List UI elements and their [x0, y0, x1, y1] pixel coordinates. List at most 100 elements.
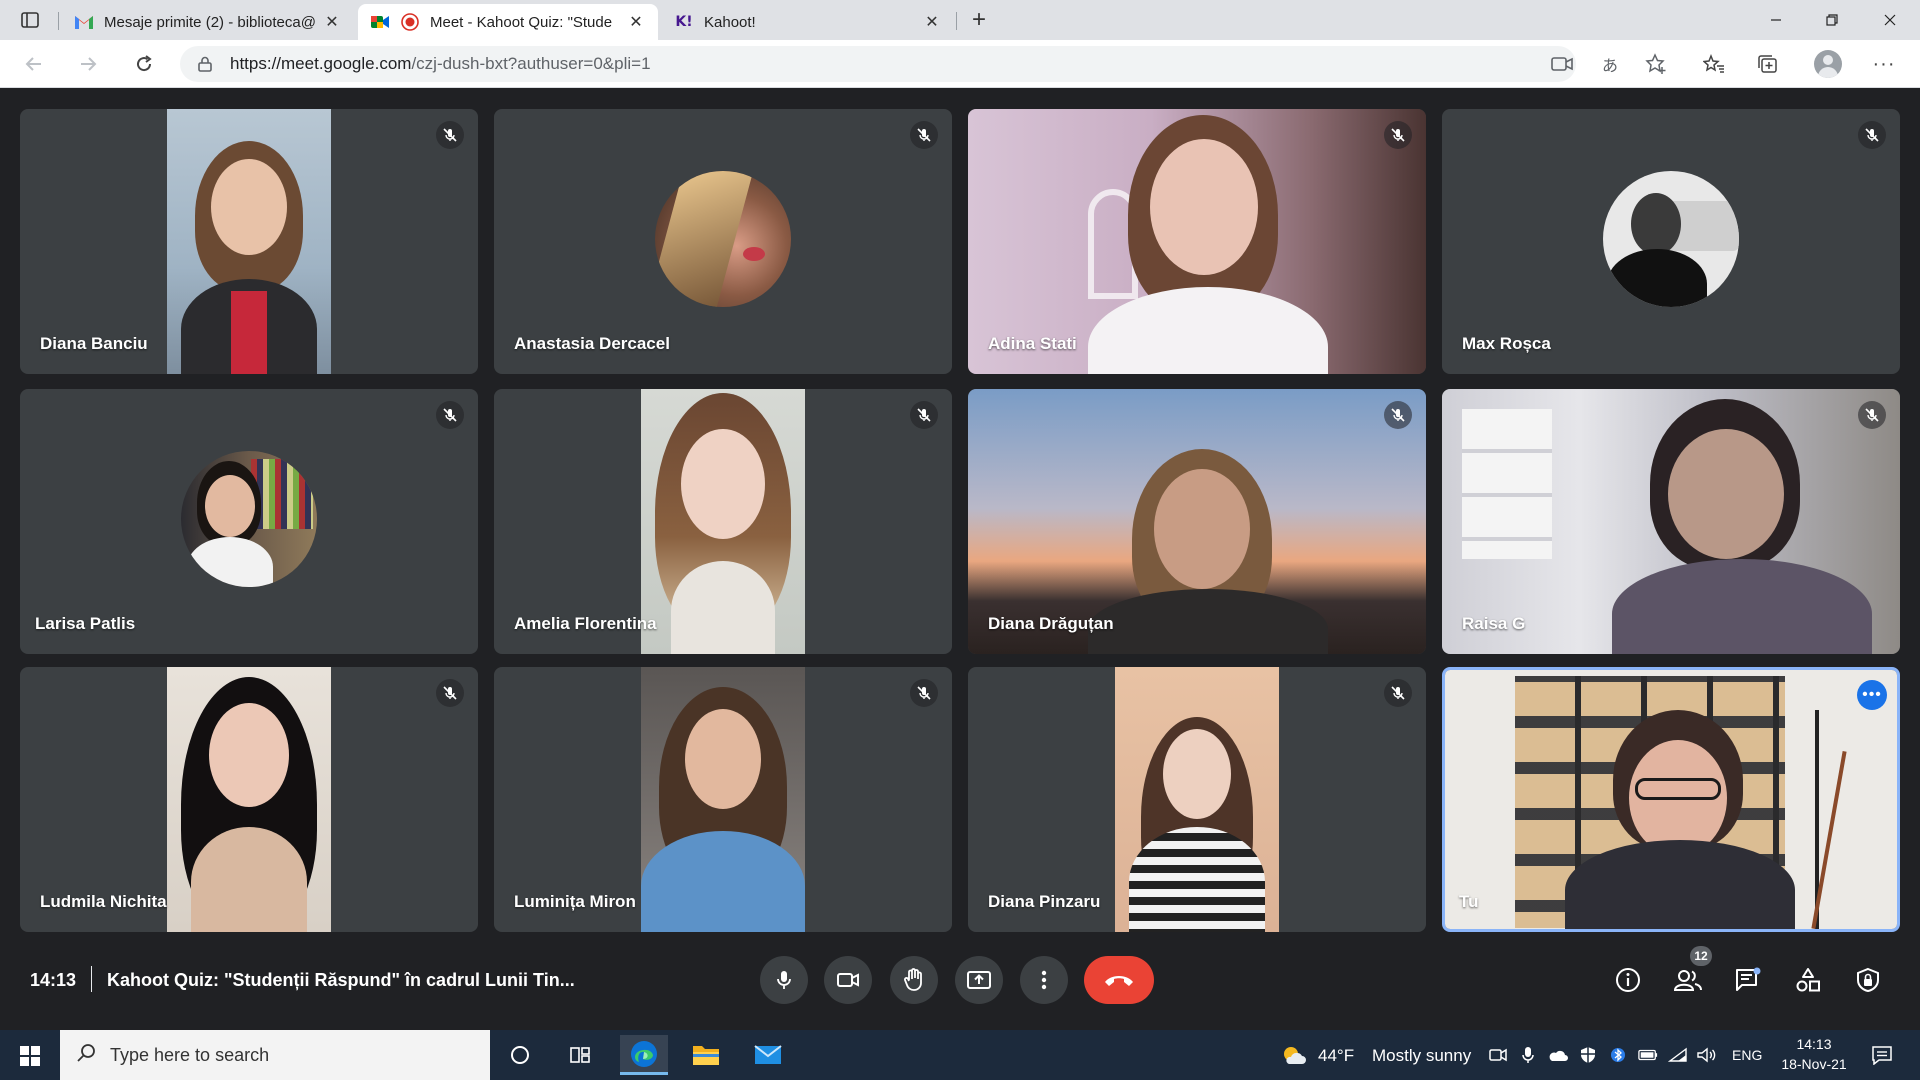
- mail-icon[interactable]: [744, 1035, 792, 1075]
- participant-tile[interactable]: Anastasia Dercacel: [494, 109, 952, 374]
- participant-name: Diana Pinzaru: [988, 892, 1101, 911]
- self-video: [1445, 670, 1897, 929]
- clock-time: 14:13: [1796, 1036, 1832, 1052]
- participant-tile[interactable]: Raisa G: [1442, 389, 1900, 654]
- participant-name: Amelia Florentina: [514, 614, 657, 633]
- participant-count-badge: 12: [1690, 946, 1712, 966]
- camera-button[interactable]: [824, 956, 872, 1004]
- add-favorite-icon[interactable]: [1640, 48, 1672, 80]
- cortana-icon[interactable]: [496, 1035, 544, 1075]
- participant-tile[interactable]: Larisa Patlis: [20, 389, 478, 654]
- wifi-icon[interactable]: [1668, 1045, 1688, 1065]
- tab-separator: [956, 12, 957, 30]
- more-vert-icon: [1041, 970, 1047, 990]
- present-icon: [967, 971, 991, 989]
- participant-name: Diana Drăguțan: [988, 614, 1114, 633]
- tab-label: Kahoot!: [704, 13, 756, 31]
- participant-name: Luminița Miron: [514, 892, 636, 911]
- self-view-tile[interactable]: Tu •••: [1442, 667, 1900, 932]
- reload-button[interactable]: [128, 48, 160, 80]
- windows-taskbar: Type here to search 44°F Mostly sunny EN…: [0, 1030, 1920, 1080]
- taskbar-clock[interactable]: 14:13 18-Nov-21: [1772, 1034, 1856, 1074]
- participant-tile[interactable]: Diana Pinzaru: [968, 667, 1426, 932]
- new-tab-button[interactable]: +: [964, 6, 994, 34]
- participant-tile[interactable]: Max Roșca: [1442, 109, 1900, 374]
- mic-off-icon: [910, 679, 938, 707]
- meeting-details-icon[interactable]: [1610, 962, 1646, 998]
- close-icon[interactable]: ✕: [322, 12, 342, 32]
- forward-button[interactable]: [72, 48, 104, 80]
- tab-label: Mesaje primite (2) - biblioteca@: [104, 13, 316, 31]
- participant-tile[interactable]: Amelia Florentina: [494, 389, 952, 654]
- settings-more-icon[interactable]: ···: [1868, 48, 1900, 80]
- microphone-button[interactable]: [760, 956, 808, 1004]
- camera-in-use-icon[interactable]: [1546, 48, 1578, 80]
- address-bar[interactable]: https://meet.google.com/czj-dush-bxt?aut…: [180, 46, 1576, 82]
- participant-tile[interactable]: Diana Banciu: [20, 109, 478, 374]
- notifications-icon[interactable]: [1870, 1044, 1894, 1066]
- onedrive-icon[interactable]: [1548, 1045, 1568, 1065]
- divider: [91, 966, 92, 992]
- microphone-tray-icon[interactable]: [1518, 1045, 1538, 1065]
- participant-tile[interactable]: Ludmila Nichita: [20, 667, 478, 932]
- volume-icon[interactable]: [1696, 1045, 1716, 1065]
- participant-video: [167, 109, 331, 374]
- tab-gmail[interactable]: Mesaje primite (2) - biblioteca@ ✕: [62, 4, 354, 40]
- restore-button[interactable]: [1804, 0, 1860, 40]
- collections-icon[interactable]: [1752, 48, 1784, 80]
- security-shield-icon[interactable]: [1578, 1045, 1598, 1065]
- lock-icon[interactable]: [196, 55, 214, 73]
- task-view-icon[interactable]: [556, 1035, 604, 1075]
- file-explorer-icon[interactable]: [682, 1035, 730, 1075]
- tab-label: Meet - Kahoot Quiz: "Stude: [430, 13, 613, 31]
- url-path: /czj-dush-bxt?authuser=0&pli=1: [411, 54, 651, 73]
- mic-off-icon: [1858, 401, 1886, 429]
- tab-actions-icon[interactable]: [14, 8, 46, 32]
- mic-off-icon: [910, 121, 938, 149]
- mic-off-icon: [1858, 121, 1886, 149]
- gmail-icon: [74, 12, 94, 32]
- translate-icon[interactable]: あ: [1594, 48, 1626, 80]
- mic-off-icon: [436, 679, 464, 707]
- participant-tile[interactable]: Diana Drăguțan: [968, 389, 1426, 654]
- weather-temp[interactable]: 44°F: [1318, 1046, 1354, 1066]
- meet-now-icon[interactable]: [1488, 1045, 1508, 1065]
- search-icon: [76, 1043, 96, 1068]
- mic-off-icon: [1384, 401, 1412, 429]
- weather-sun-icon[interactable]: [1280, 1043, 1306, 1067]
- tab-meet[interactable]: Meet - Kahoot Quiz: "Stude ✕: [358, 4, 658, 40]
- participant-tile[interactable]: Adina Stati: [968, 109, 1426, 374]
- profile-avatar[interactable]: [1814, 50, 1842, 78]
- chat-icon[interactable]: [1730, 962, 1766, 998]
- favorites-icon[interactable]: [1698, 48, 1730, 80]
- meeting-title: Kahoot Quiz: "Studenții Răspund" în cadr…: [107, 970, 575, 990]
- tab-kahoot[interactable]: K! Kahoot! ✕: [662, 4, 954, 40]
- participant-video: [641, 667, 805, 932]
- weather-text[interactable]: Mostly sunny: [1372, 1046, 1471, 1066]
- participant-name: Anastasia Dercacel: [514, 334, 670, 353]
- input-language[interactable]: ENG: [1732, 1047, 1762, 1063]
- battery-icon[interactable]: [1638, 1045, 1658, 1065]
- activities-icon[interactable]: [1790, 962, 1826, 998]
- taskbar-search-box[interactable]: Type here to search: [60, 1030, 490, 1080]
- participant-video: [167, 667, 331, 932]
- back-button[interactable]: [18, 48, 50, 80]
- microphone-icon: [777, 971, 791, 989]
- kahoot-icon: K!: [675, 14, 693, 30]
- mic-off-icon: [1384, 121, 1412, 149]
- raise-hand-button[interactable]: [890, 956, 938, 1004]
- close-icon[interactable]: ✕: [626, 12, 646, 32]
- participant-tile[interactable]: Luminița Miron: [494, 667, 952, 932]
- edge-browser-icon[interactable]: [620, 1035, 668, 1075]
- people-icon[interactable]: [1670, 962, 1706, 998]
- close-window-button[interactable]: [1862, 0, 1918, 40]
- bluetooth-icon[interactable]: [1608, 1045, 1628, 1065]
- present-screen-button[interactable]: [955, 956, 1003, 1004]
- close-icon[interactable]: ✕: [922, 12, 942, 32]
- more-options-button[interactable]: [1020, 956, 1068, 1004]
- more-options-icon[interactable]: •••: [1857, 680, 1887, 710]
- windows-start-icon[interactable]: [12, 1042, 48, 1070]
- host-controls-icon[interactable]: [1850, 962, 1886, 998]
- end-call-button[interactable]: [1084, 956, 1154, 1004]
- minimize-button[interactable]: [1748, 0, 1804, 40]
